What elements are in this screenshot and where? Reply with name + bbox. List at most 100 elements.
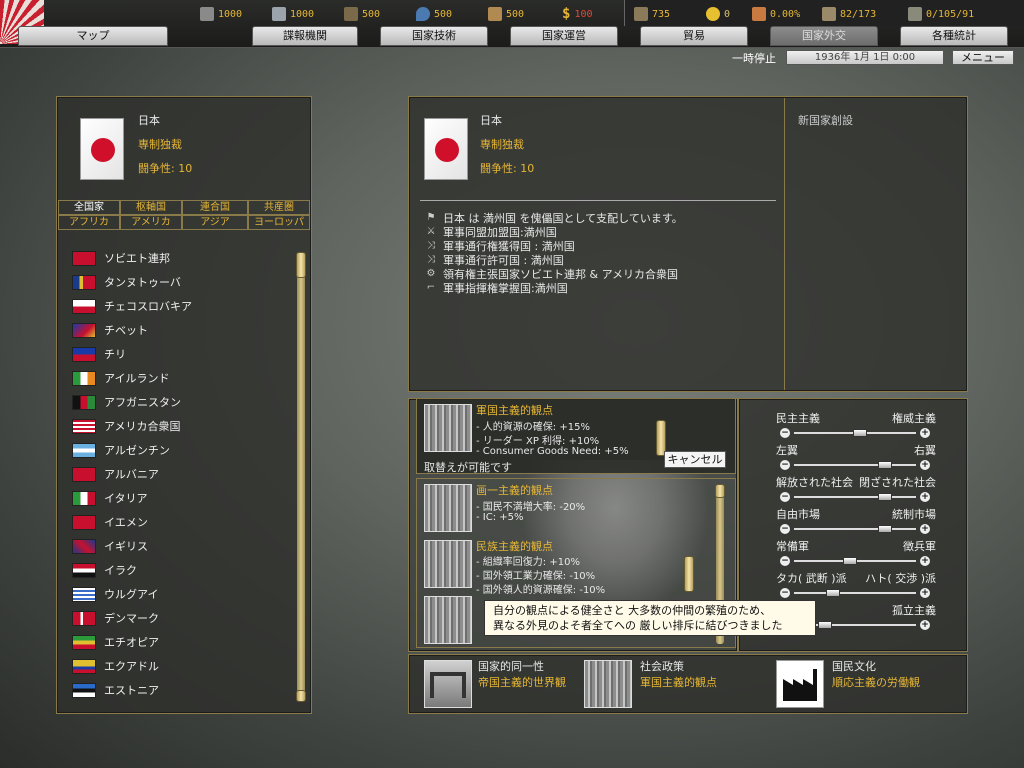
country-flag-icon — [72, 658, 96, 674]
convoy-resource[interactable]: 0/105/91 — [908, 6, 974, 22]
ideology-slider[interactable]: −+ — [780, 524, 930, 534]
country-name-label: エストニア — [104, 684, 159, 697]
minus-icon[interactable]: − — [780, 492, 790, 502]
energy-resource[interactable]: 1000 — [200, 6, 242, 22]
country-list-scroll-up[interactable] — [296, 252, 306, 278]
country-list-item[interactable]: アルゼンチン — [72, 440, 170, 460]
ideology-slider[interactable]: −+ — [780, 492, 930, 502]
policy-3-scroll[interactable] — [684, 556, 694, 592]
filter-asia[interactable]: アジア — [182, 215, 248, 230]
supplies-resource[interactable]: 500 — [488, 6, 524, 22]
filter-america[interactable]: アメリカ — [120, 215, 182, 230]
social-policy-photo — [584, 660, 632, 708]
militarist-photo — [424, 404, 472, 452]
tab-production[interactable]: 国家運営 — [510, 26, 618, 46]
slider-knob[interactable] — [817, 621, 832, 629]
country-name-label: アフガニスタン — [104, 396, 181, 409]
tab-trade[interactable]: 貿易 — [640, 26, 748, 46]
country-list-item[interactable]: チリ — [72, 344, 126, 364]
minus-icon[interactable]: − — [780, 556, 790, 566]
filter-axis[interactable]: 枢軸国 — [120, 200, 182, 215]
menu-button[interactable]: メニュー — [952, 50, 1014, 65]
plus-icon[interactable]: + — [920, 460, 930, 470]
country-list-item[interactable]: イタリア — [72, 488, 148, 508]
national-culture-value[interactable]: 順応主義の労働観 — [832, 674, 920, 690]
cancel-button[interactable]: キャンセル — [664, 451, 726, 468]
filter-africa[interactable]: アフリカ — [58, 215, 120, 230]
national-identity-value[interactable]: 帝国主義的世界観 — [478, 674, 566, 690]
policy-2-title: 画一主義的観点 — [476, 484, 553, 497]
filter-comintern[interactable]: 共産圏 — [248, 200, 310, 215]
slider-knob[interactable] — [853, 429, 868, 437]
tab-intelligence[interactable]: 諜報機関 — [252, 26, 358, 46]
filter-europe[interactable]: ヨーロッパ — [248, 215, 310, 230]
country-list-item[interactable]: エストニア — [72, 680, 159, 700]
national-culture-label: 国民文化 — [832, 660, 876, 673]
pause-label[interactable]: 一時停止 — [732, 50, 776, 66]
country-name-label: イラク — [104, 564, 137, 577]
relation-command: ⌐ 軍事指揮権掌握国:満州国 — [424, 281, 568, 295]
country-list-item[interactable]: アイルランド — [72, 368, 169, 388]
filter-allies[interactable]: 連合国 — [182, 200, 248, 215]
country-list-item[interactable]: チェコスロバキア — [72, 296, 192, 316]
minus-icon[interactable]: − — [780, 428, 790, 438]
transport-resource[interactable]: 82/173 — [822, 6, 876, 22]
nuclear-resource[interactable]: 0 — [706, 6, 730, 22]
ideology-slider[interactable]: −+ — [780, 428, 930, 438]
slider-knob[interactable] — [878, 525, 893, 533]
plus-icon[interactable]: + — [920, 588, 930, 598]
country-list-item[interactable]: デンマーク — [72, 608, 159, 628]
money-resource[interactable]: $100 — [562, 6, 593, 22]
slider-knob[interactable] — [878, 493, 893, 501]
filter-all[interactable]: 全国家 — [58, 200, 120, 215]
tab-statistics[interactable]: 各種統計 — [900, 26, 1008, 46]
country-list-item[interactable]: イラク — [72, 560, 137, 580]
metal-resource[interactable]: 1000 — [272, 6, 314, 22]
oil-resource[interactable]: 500 — [416, 6, 452, 22]
new-nation-label[interactable]: 新国家創設 — [798, 112, 853, 128]
slider-knob[interactable] — [842, 557, 857, 565]
slider-knob[interactable] — [826, 589, 841, 597]
plus-icon[interactable]: + — [920, 428, 930, 438]
dissent-resource[interactable]: 0.00% — [752, 6, 800, 22]
country-list-item[interactable]: イギリス — [72, 536, 148, 556]
dollar-icon: $ — [562, 6, 571, 22]
minus-icon[interactable]: − — [780, 460, 790, 470]
belligerence: 闘争性: 10 — [138, 162, 193, 175]
country-list-item[interactable]: エクアドル — [72, 656, 159, 676]
country-list-item[interactable]: チベット — [72, 320, 148, 340]
country-flag-icon — [72, 562, 96, 578]
minus-icon[interactable]: − — [780, 588, 790, 598]
plus-icon[interactable]: + — [920, 524, 930, 534]
puppet-icon: ⚑ — [426, 211, 436, 223]
country-list-item[interactable]: イエメン — [72, 512, 148, 532]
country-list-scroll-down[interactable] — [296, 690, 306, 702]
slider-right-label: 統制市場 — [892, 508, 936, 521]
country-list-scrollbar[interactable] — [297, 252, 305, 702]
country-list-item[interactable]: アフガニスタン — [72, 392, 181, 412]
plus-icon[interactable]: + — [920, 620, 930, 630]
ideology-slider[interactable]: −+ — [780, 460, 930, 470]
tab-map[interactable]: マップ — [18, 26, 168, 46]
manpower-resource[interactable]: 735 — [634, 6, 670, 22]
tab-technology[interactable]: 国家技術 — [380, 26, 488, 46]
ideology-slider[interactable]: −+ — [780, 556, 930, 566]
country-list-item[interactable]: ウルグアイ — [72, 584, 158, 604]
country-list-item[interactable]: タンヌトゥーバ — [72, 272, 181, 292]
slider-left-label: 民主主義 — [776, 412, 820, 425]
country-name-label: チェコスロバキア — [104, 300, 192, 313]
slider-knob[interactable] — [878, 461, 893, 469]
plus-icon[interactable]: + — [920, 492, 930, 502]
ideology-slider[interactable]: −+ — [780, 588, 930, 598]
rare-materials-resource[interactable]: 500 — [344, 6, 380, 22]
plus-icon[interactable]: + — [920, 556, 930, 566]
policy-list-scroll-thumb[interactable] — [715, 484, 725, 498]
country-list-item[interactable]: アメリカ合衆国 — [72, 416, 180, 436]
country-list-item[interactable]: ソビエト連邦 — [72, 248, 170, 268]
social-policy-value[interactable]: 軍国主義的観点 — [640, 674, 717, 690]
country-list-item[interactable]: アルバニア — [72, 464, 159, 484]
country-list-item[interactable]: エチオピア — [72, 632, 159, 652]
country-name-label: エクアドル — [104, 660, 159, 673]
tab-diplomacy[interactable]: 国家外交 — [770, 26, 878, 46]
minus-icon[interactable]: − — [780, 524, 790, 534]
